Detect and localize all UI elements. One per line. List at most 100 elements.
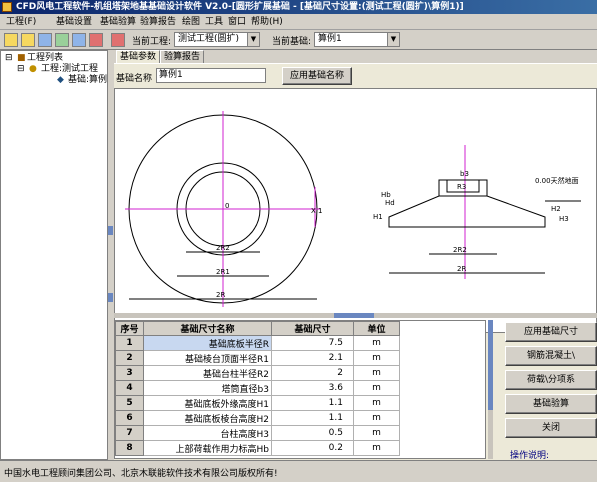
close-button[interactable]: 关闭 [505,418,597,438]
settings-icon[interactable] [55,33,69,47]
menu-help[interactable]: 帮助(H) [251,16,283,28]
chevron-down-icon[interactable]: ▼ [387,33,399,46]
table-row[interactable]: 3 基础台柱半径R2 2 m [115,365,400,381]
foundation-name-label: 基础名称 [116,74,153,84]
row-no: 7 [115,425,144,441]
open-folder-icon[interactable] [21,33,35,47]
row-no: 3 [115,365,144,381]
row-name: 台柱高度H3 [143,425,272,441]
plan-x1-label: 1 [318,207,322,215]
plan-2r-label: 2R [216,291,225,299]
row-name: 基础底板半径R [143,335,272,351]
foundation-drawing: 0 X 1 2R2 2R1 2R b3 R3 2R2 2R 0.00天然地面 H… [114,88,597,333]
menu-drawing[interactable]: 绘图 [182,16,200,28]
status-bar: 中国水电工程顾问集团公司、北京木联能软件技术有限公司版权所有! [0,460,597,482]
current-project-label: 当前工程: [132,37,172,47]
row-name: 基础棱台顶面半径R1 [143,350,272,366]
menu-tools[interactable]: 工具 [205,16,223,28]
current-foundation-value: 算例1 [318,34,342,44]
row-unit: m [353,425,400,441]
load-factor-button[interactable]: 荷载\分项系 [505,370,597,390]
ground-label: 0.00天然地面 [535,176,579,185]
new-icon[interactable] [4,33,18,47]
row-value[interactable]: 2.1 [271,350,354,366]
table-row[interactable]: 6 基础底板棱台高度H2 1.1 m [115,410,400,426]
vertical-scrollbar[interactable] [488,320,493,459]
table-row[interactable]: 5 基础底板外缘高度H1 1.1 m [115,395,400,411]
tree-collapse-icon[interactable]: ⊟ [5,53,13,64]
book-icon[interactable] [111,33,125,47]
row-value[interactable]: 0.2 [271,440,354,456]
section-h3-label: H3 [559,215,569,223]
dimension-grid: 序号 基础尺寸名称 基础尺寸 单位 1 基础底板半径R 7.5 m 2 基础棱台顶面半径R… [115,321,400,456]
horizontal-scrollbar[interactable] [114,313,597,318]
tab-check-report[interactable]: 验算报告 [160,50,205,63]
concrete-settings-button[interactable]: 钢筋混凝土\ [505,346,597,366]
tree-collapse-icon[interactable]: ⊟ [17,64,25,75]
table-row[interactable]: 1 基础底板半径R 7.5 m [115,335,400,351]
project-tree: ⊟ ■ 工程列表 ⊟ ● 工程:测试工程 ◆ 基础:算例 [0,50,108,460]
plan-view [125,111,320,307]
section-h2-label: H2 [551,205,561,213]
params-panel: 基础名称 算例1 应用基础名称 0 X 1 2R2 2R1 2R b3 R3 2… [114,63,597,461]
row-name: 上部荷载作用力标高Hb [143,440,272,456]
apply-dimensions-button[interactable]: 应用基础尺寸 [505,322,597,342]
menu-foundation-check[interactable]: 基础验算 [100,16,136,28]
foundation-icon: ◆ [57,75,64,85]
header-value: 基础尺寸 [271,321,354,336]
chevron-down-icon[interactable]: ▼ [247,33,259,46]
report-icon[interactable] [89,33,103,47]
table-row[interactable]: 7 台柱高度H3 0.5 m [115,425,400,441]
save-icon[interactable] [38,33,52,47]
footing-outline [388,195,546,228]
plan-2r1-label: 2R1 [216,268,230,276]
row-name: 基础底板棱台高度H2 [143,410,272,426]
row-value[interactable]: 1.1 [271,410,354,426]
row-value[interactable]: 7.5 [271,335,354,351]
header-unit: 单位 [353,321,400,336]
title-bar: CFD风电工程软件-机组塔架地基基础设计软件 V2.0-[圆形扩展基础 - [基… [0,0,597,14]
row-unit: m [353,380,400,396]
menu-project[interactable]: 工程(F) [6,16,36,28]
menu-window[interactable]: 窗口 [228,16,246,28]
foundation-check-button[interactable]: 基础验算 [505,394,597,414]
tree-item-foundation[interactable]: 基础:算例 [68,75,107,86]
scroll-thumb[interactable] [334,313,374,318]
row-unit: m [353,440,400,456]
menu-bar: 工程(F) 基础设置 基础验算 验算报告 绘图 工具 窗口 帮助(H) [0,14,597,30]
row-value[interactable]: 3.6 [271,380,354,396]
table-row[interactable]: 2 基础棱台顶面半径R1 2.1 m [115,350,400,366]
row-no: 5 [115,395,144,411]
section-hd-label: Hd [385,199,395,207]
row-no: 2 [115,350,144,366]
header-no: 序号 [115,321,144,336]
tree-item-project[interactable]: 工程:测试工程 [41,64,98,75]
row-name: 塔筒直径b3 [143,380,272,396]
collapse-left-icon[interactable] [108,226,113,235]
row-unit: m [353,350,400,366]
foundation-name-input[interactable]: 算例1 [156,68,266,83]
calculate-icon[interactable] [72,33,86,47]
collapse-left-icon[interactable] [108,293,113,302]
current-foundation-select[interactable]: 算例1 ▼ [314,32,400,47]
row-name: 基础底板外缘高度H1 [143,395,272,411]
window-title: CFD风电工程软件-机组塔架地基基础设计软件 V2.0-[圆形扩展基础 - [基… [16,2,464,12]
menu-foundation-settings[interactable]: 基础设置 [56,16,92,28]
tree-root[interactable]: 工程列表 [27,53,63,64]
menu-check-report[interactable]: 验算报告 [140,16,176,28]
tab-foundation-params[interactable]: 基础参数 [116,50,161,63]
table-row[interactable]: 4 塔筒直径b3 3.6 m [115,380,400,396]
row-value[interactable]: 2 [271,365,354,381]
table-row[interactable]: 8 上部荷载作用力标高Hb 0.2 m [115,440,400,456]
row-unit: m [353,365,400,381]
project-icon: ● [29,64,37,74]
row-value[interactable]: 0.5 [271,425,354,441]
table-body: 1 基础底板半径R 7.5 m 2 基础棱台顶面半径R1 2.1 m 3 基础台柱半径R2 2 m 4 塔… [115,335,400,456]
row-value[interactable]: 1.1 [271,395,354,411]
section-b3-label: b3 [460,170,469,178]
apply-name-button[interactable]: 应用基础名称 [282,67,352,85]
current-project-select[interactable]: 测试工程(圆扩) ▼ [174,32,260,47]
scroll-thumb[interactable] [488,320,493,410]
plan-origin-label: 0 [225,202,229,210]
app-icon [2,2,12,12]
